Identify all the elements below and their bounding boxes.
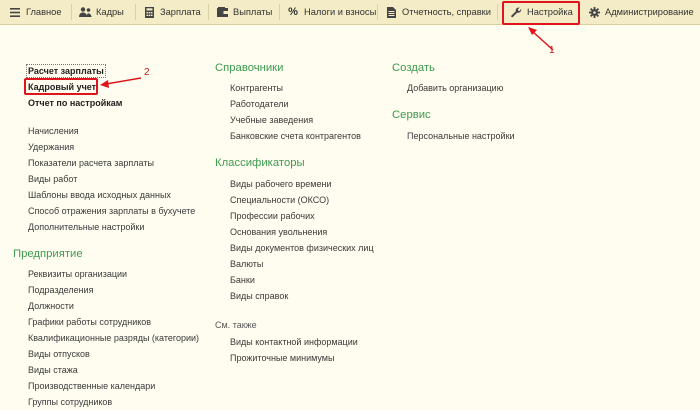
- arrowhead-2: [100, 80, 109, 88]
- callout-number-2: 2: [144, 67, 150, 78]
- arrow-line-2: [105, 77, 142, 85]
- callout-number-1: 1: [549, 45, 555, 56]
- callout-arrows: [100, 27, 554, 88]
